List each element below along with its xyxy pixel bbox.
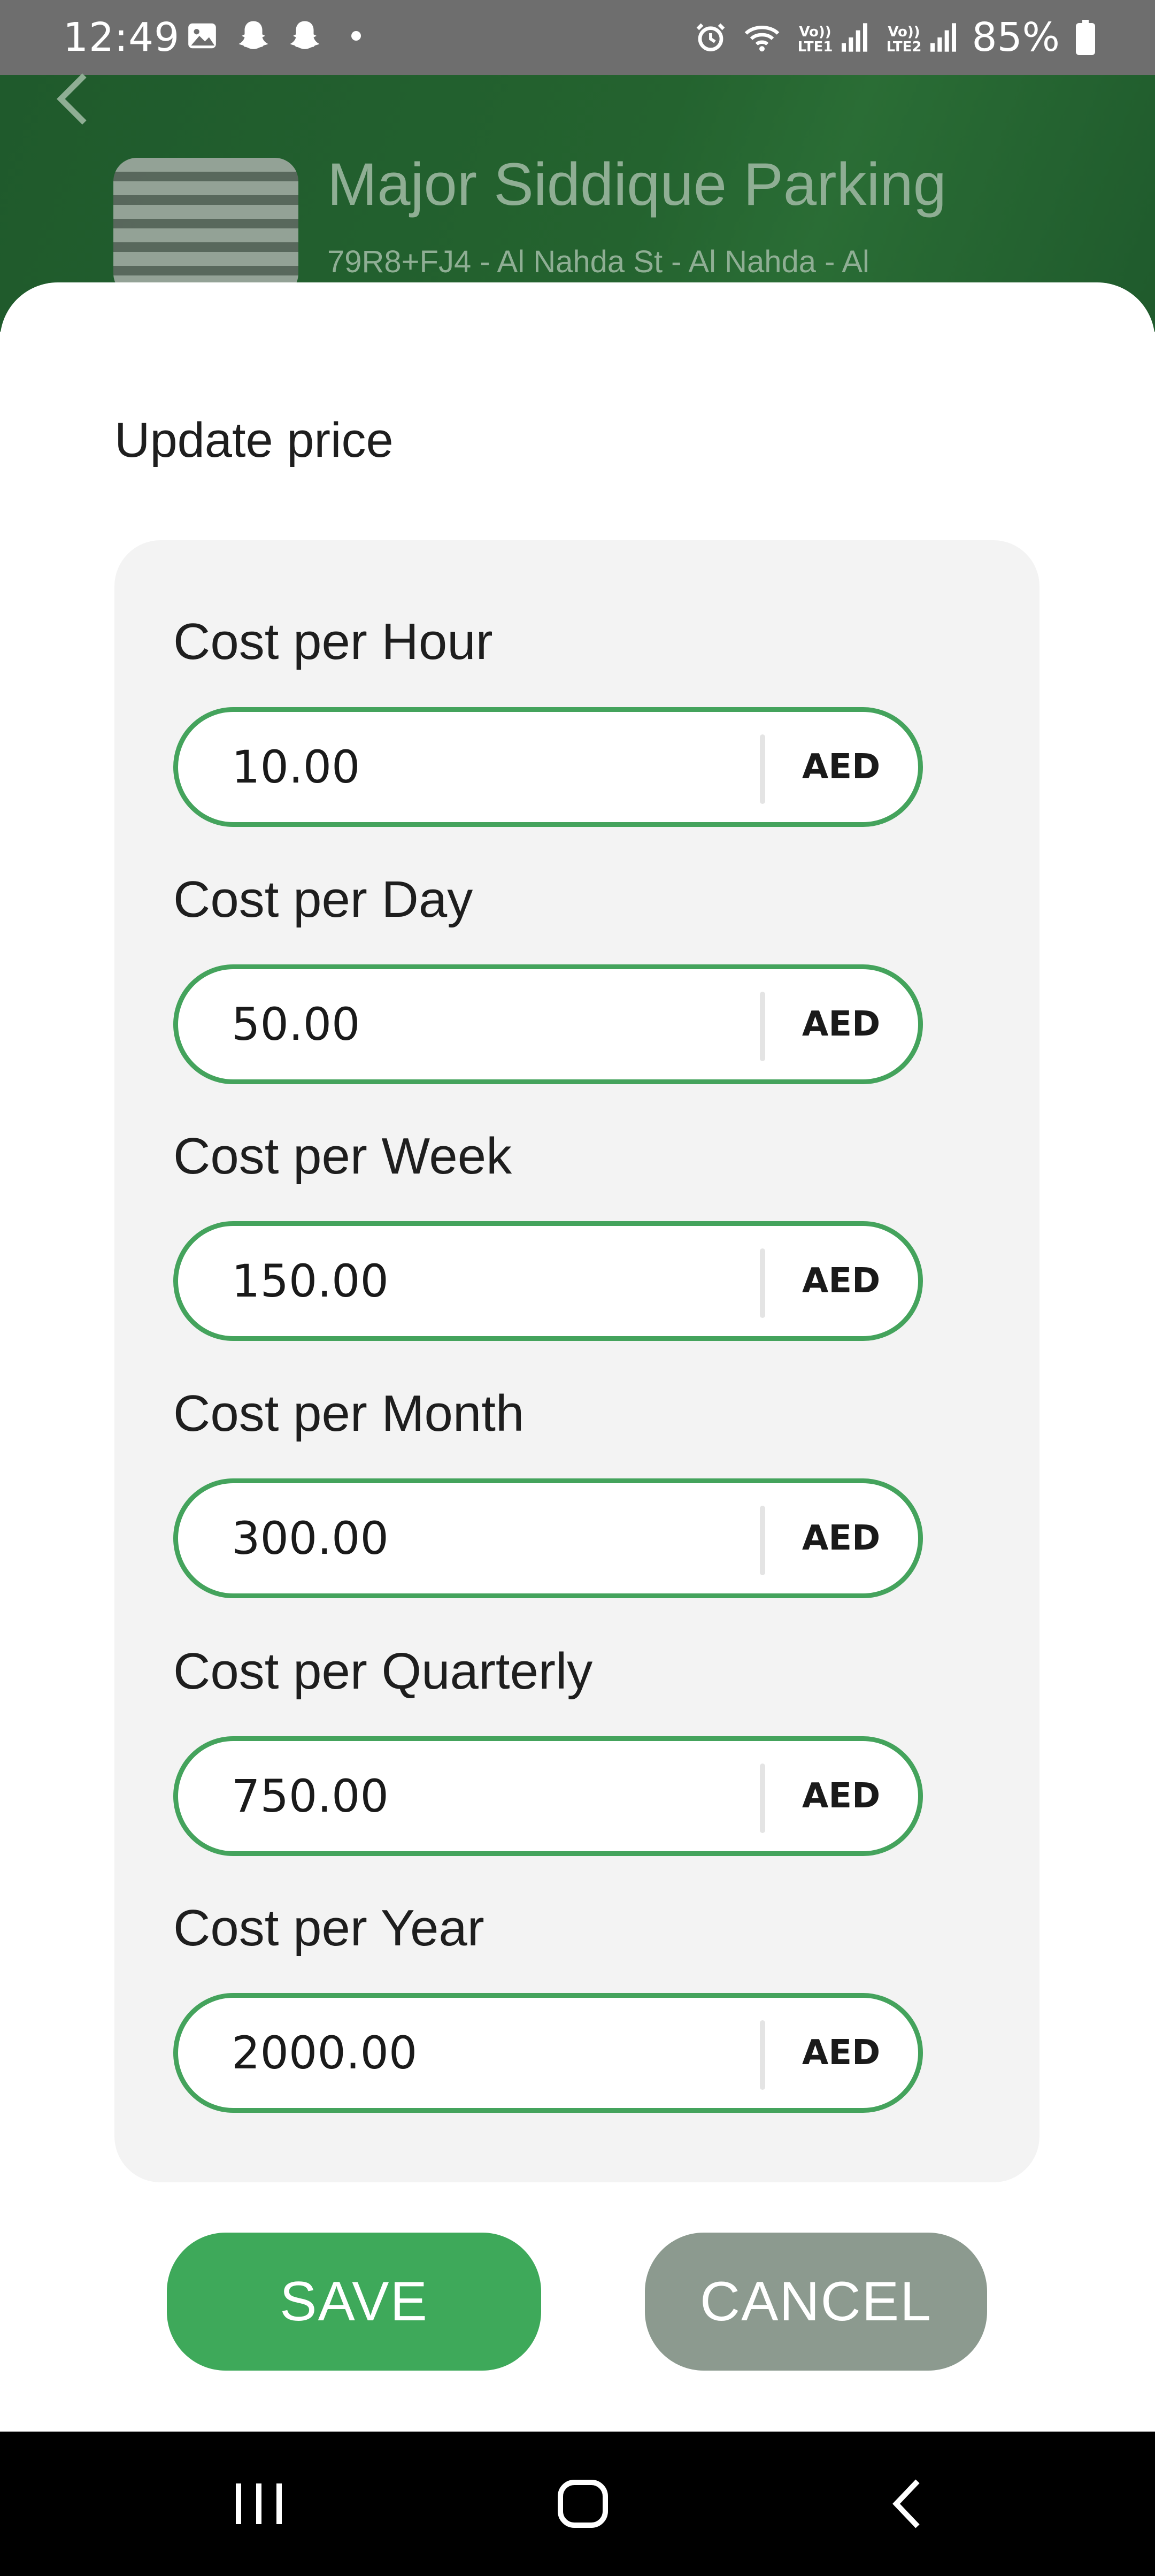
currency-unit: AED [802, 747, 881, 787]
field-divider [760, 2020, 765, 2090]
cost-per-hour-input[interactable] [232, 712, 713, 822]
field-cost-per-hour: AED [173, 707, 923, 827]
field-divider [760, 992, 765, 1061]
snapchat-icon [287, 18, 322, 53]
cancel-button[interactable]: CANCEL [645, 2233, 987, 2371]
back-arrow-icon[interactable] [47, 70, 95, 128]
currency-unit: AED [802, 1776, 881, 1816]
label-cost-per-year: Cost per Year [173, 1899, 484, 1957]
label-cost-per-week: Cost per Week [173, 1128, 512, 1185]
status-notification-icons [184, 18, 374, 53]
field-cost-per-week: AED [173, 1221, 923, 1341]
battery-icon [1074, 19, 1097, 56]
lte1-label: Vo)) LTE1 [797, 24, 833, 55]
status-time: 12:49 [63, 14, 180, 60]
cost-per-day-input[interactable] [232, 969, 713, 1079]
label-cost-per-quarterly: Cost per Quarterly [173, 1643, 593, 1700]
parking-address: 79R8+FJ4 - Al Nahda St - Al Nahda - Al [327, 244, 869, 279]
currency-unit: AED [802, 2033, 881, 2073]
field-divider [760, 734, 765, 804]
status-bar: 12:49 Vo)) LTE1 Vo)) LTE2 85% [0, 0, 1155, 75]
battery-percent: 85% [972, 14, 1060, 60]
home-icon[interactable] [551, 2477, 615, 2531]
image-icon [184, 18, 220, 53]
cost-per-week-input[interactable] [232, 1226, 713, 1336]
lte2-label: Vo)) LTE2 [886, 24, 922, 55]
save-button[interactable]: SAVE [167, 2233, 541, 2371]
cost-per-month-input[interactable] [232, 1483, 713, 1593]
dialog-title: Update price [114, 413, 394, 467]
field-divider [760, 1248, 765, 1318]
wifi-icon [743, 19, 781, 56]
cost-per-year-input[interactable] [232, 1998, 713, 2108]
field-cost-per-day: AED [173, 964, 923, 1084]
currency-unit: AED [802, 1005, 881, 1044]
currency-unit: AED [802, 1261, 881, 1301]
parking-thumbnail [113, 158, 298, 297]
price-fields-card: Cost per Hour AED Cost per Day AED Cost … [114, 540, 1040, 2182]
signal-lte2-icon: Vo)) LTE2 [883, 20, 958, 55]
back-icon[interactable] [877, 2477, 941, 2531]
parking-title: Major Siddique Parking [327, 151, 946, 218]
status-system-icons: Vo)) LTE1 Vo)) LTE2 85% [692, 12, 1097, 63]
alarm-icon [692, 19, 729, 56]
cost-per-quarterly-input[interactable] [232, 1741, 713, 1851]
field-cost-per-year: AED [173, 1993, 923, 2113]
update-price-sheet: Update price Cost per Hour AED Cost per … [0, 282, 1155, 2433]
label-cost-per-day: Cost per Day [173, 871, 473, 928]
label-cost-per-hour: Cost per Hour [173, 613, 493, 670]
recent-apps-icon[interactable] [227, 2477, 291, 2531]
field-cost-per-month: AED [173, 1478, 923, 1598]
signal-lte1-icon: Vo)) LTE1 [795, 20, 869, 55]
field-cost-per-quarterly: AED [173, 1736, 923, 1856]
navigation-bar [0, 2432, 1155, 2576]
field-divider [760, 1506, 765, 1575]
currency-unit: AED [802, 1519, 881, 1558]
dot-icon [338, 18, 374, 53]
label-cost-per-month: Cost per Month [173, 1385, 525, 1442]
field-divider [760, 1764, 765, 1833]
snapchat-icon [236, 18, 271, 53]
